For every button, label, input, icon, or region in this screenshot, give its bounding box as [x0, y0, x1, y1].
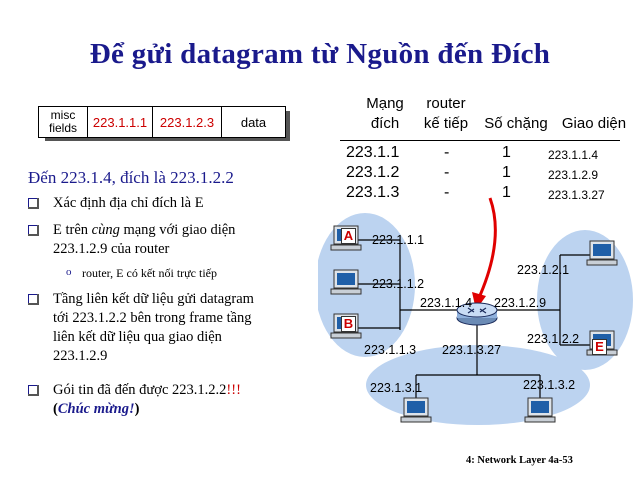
cell-hops-2: 1	[502, 164, 511, 181]
bullet-3: Tầng liên kết dữ liệu gửi datagram tới 2…	[28, 290, 318, 366]
addr-223-1-1-1: 223.1.1.1	[372, 233, 425, 247]
col-header-hops: Số chặng	[484, 115, 548, 132]
section-heading: Đến 223.1.4, đích là 223.1.2.2	[28, 168, 234, 187]
host-label-e: E	[592, 339, 607, 355]
bullet-2: E trên cùng mạng với giao diện 223.1.2.9…	[28, 221, 318, 259]
addr-223-1-1-3: 223.1.1.3	[364, 343, 417, 357]
red-arrow	[476, 197, 497, 301]
host-label-b: B	[341, 316, 356, 332]
cell-iface-1: 223.1.1.4	[548, 148, 599, 162]
host-computer-icon	[586, 240, 618, 266]
col-header-router: router kế tiếp	[423, 95, 469, 132]
datagram-misc-fields: misc fields	[39, 107, 88, 137]
host-computer-icon	[400, 397, 432, 423]
host-computer-icon	[524, 397, 556, 423]
addr-223-1-2-2: 223.1.2.2	[527, 332, 580, 346]
col-header-network: Mạng đích	[366, 95, 404, 132]
cell-net-2: 223.1.2	[346, 164, 400, 181]
host-computer-icon	[330, 269, 362, 295]
addr-223-1-2-1: 223.1.2.1	[517, 263, 570, 277]
datagram-data: data	[240, 114, 267, 130]
datagram-source: 223.1.1.1	[88, 107, 153, 137]
cell-router-2: -	[444, 164, 450, 181]
addr-223-1-3-27: 223.1.3.27	[442, 343, 502, 357]
cell-net-1: 223.1.1	[346, 144, 400, 161]
addr-223-1-2-9: 223.1.2.9	[494, 296, 547, 310]
cell-iface-2: 223.1.2.9	[548, 168, 599, 182]
table-divider	[340, 140, 620, 141]
slide-footer: 4: Network Layer 4a-53	[466, 455, 573, 466]
network-diagram	[318, 197, 633, 425]
addr-223-1-3-1: 223.1.3.1	[370, 381, 423, 395]
subnet-2-cloud	[537, 230, 633, 370]
host-label-a: A	[341, 228, 356, 244]
datagram-box: misc fields 223.1.1.1 223.1.2.3 data	[38, 106, 286, 138]
bullet-4: Gói tin đã đến được 223.1.2.2!!! (Chúc m…	[28, 381, 318, 419]
datagram-dest: 223.1.2.3	[153, 107, 222, 137]
sub-bullet: o router, E có kết nối trực tiếp	[66, 266, 217, 280]
addr-223-1-3-2: 223.1.3.2	[523, 378, 576, 392]
cell-hops-1: 1	[502, 144, 511, 161]
square-bullet-icon	[28, 225, 39, 236]
square-bullet-icon	[28, 385, 39, 396]
square-bullet-icon	[28, 198, 39, 209]
slide-title: Để gửi datagram từ Nguồn đến Đích	[89, 38, 551, 70]
col-header-interface: Giao diện	[561, 115, 627, 132]
addr-223-1-1-2: 223.1.1.2	[372, 277, 425, 291]
bullet-1: Xác định địa chỉ đích là E	[28, 194, 318, 213]
square-bullet-icon	[28, 294, 39, 305]
circle-bullet-icon: o	[66, 266, 72, 278]
cell-router-1: -	[444, 144, 450, 161]
misc-line2: fields	[48, 121, 77, 135]
addr-223-1-1-4: 223.1.1.4	[420, 296, 473, 310]
